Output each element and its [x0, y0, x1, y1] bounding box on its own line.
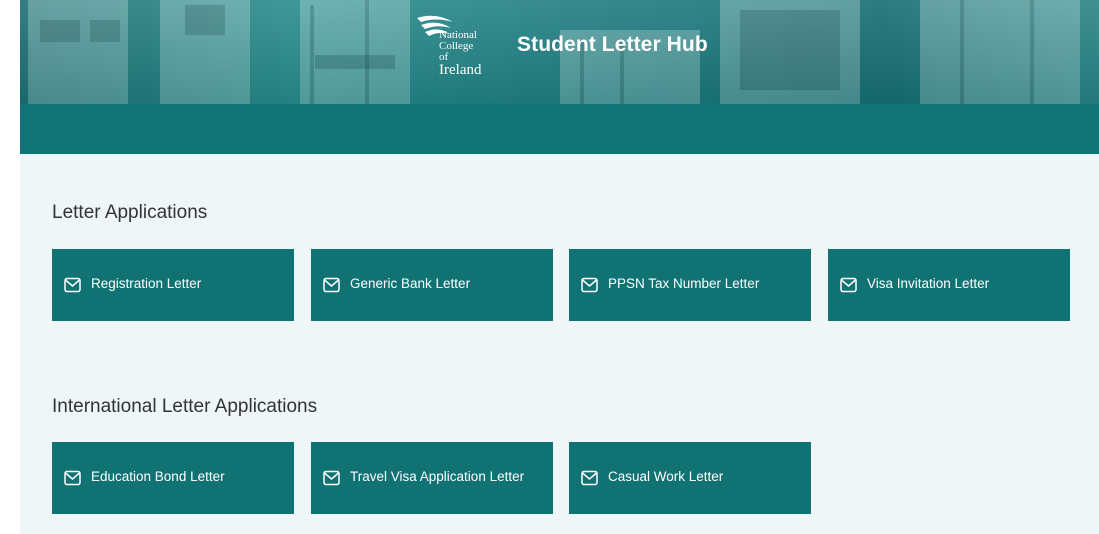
logo-text: National College of Ireland — [433, 30, 483, 78]
header-banner: National College of Ireland Student Lett… — [20, 0, 1099, 104]
logo-line-3: Ireland — [439, 62, 482, 78]
envelope-icon — [581, 470, 598, 486]
card-label: Travel Visa Application Letter — [350, 469, 525, 484]
envelope-icon — [64, 277, 81, 293]
envelope-icon — [64, 470, 81, 486]
registration-letter-button[interactable]: Registration Letter — [52, 249, 294, 321]
nav-bar — [20, 104, 1099, 154]
envelope-icon — [323, 470, 340, 486]
card-label: Casual Work Letter — [608, 469, 724, 484]
college-logo[interactable]: National College of Ireland — [413, 14, 483, 82]
card-label: Visa Invitation Letter — [867, 276, 990, 291]
envelope-icon — [581, 277, 598, 293]
travel-visa-application-letter-button[interactable]: Travel Visa Application Letter — [311, 442, 553, 514]
section-title-letter-applications: Letter Applications — [52, 202, 208, 223]
logo-line-2: College of — [439, 40, 474, 63]
visa-invitation-letter-button[interactable]: Visa Invitation Letter — [828, 249, 1070, 321]
ppsn-tax-number-letter-button[interactable]: PPSN Tax Number Letter — [569, 249, 811, 321]
card-label: Registration Letter — [91, 276, 202, 291]
app-title: Student Letter Hub — [517, 33, 708, 56]
card-label: Education Bond Letter — [91, 469, 225, 484]
envelope-icon — [323, 277, 340, 293]
envelope-icon — [840, 277, 857, 293]
casual-work-letter-button[interactable]: Casual Work Letter — [569, 442, 811, 514]
education-bond-letter-button[interactable]: Education Bond Letter — [52, 442, 294, 514]
section-title-international-letter-applications: International Letter Applications — [52, 396, 318, 417]
card-label: Generic Bank Letter — [350, 276, 471, 291]
page: National College of Ireland Student Lett… — [20, 0, 1099, 534]
generic-bank-letter-button[interactable]: Generic Bank Letter — [311, 249, 553, 321]
card-label: PPSN Tax Number Letter — [608, 276, 760, 291]
